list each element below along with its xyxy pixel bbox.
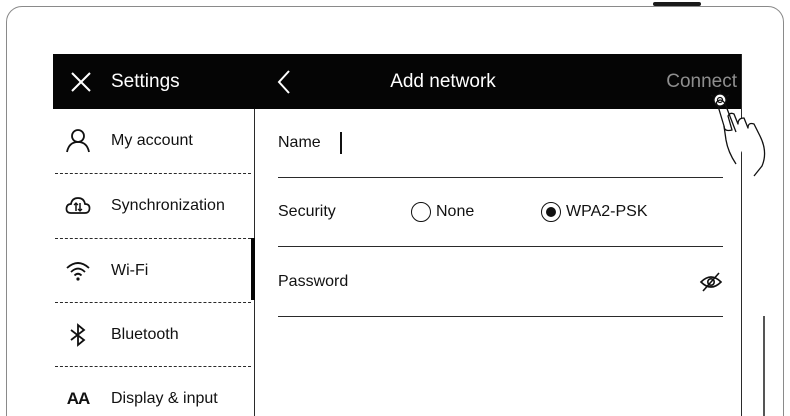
name-label: Name <box>278 134 321 151</box>
sidebar-item-synchronization[interactable]: Synchronization <box>53 174 251 238</box>
eye-off-icon <box>699 272 723 292</box>
top-bar: Settings Add network Connect <box>53 54 741 109</box>
radio-label: WPA2-PSK <box>566 203 648 220</box>
add-network-form: Name Security None WPA2-PSK Password <box>255 109 741 416</box>
sidebar-item-my-account[interactable]: My account <box>53 109 251 173</box>
sidebar-item-label: Wi-Fi <box>111 262 149 279</box>
cloud-sync-icon <box>65 193 91 219</box>
sidebar-item-label: My account <box>111 132 193 149</box>
sidebar-item-display-input[interactable]: AA Display & input <box>53 367 251 416</box>
password-label: Password <box>278 273 349 290</box>
sidebar-item-bluetooth[interactable]: Bluetooth <box>53 303 251 367</box>
page-title: Add network <box>390 71 496 92</box>
security-option-wpa2-psk[interactable]: WPA2-PSK <box>541 202 648 222</box>
tap-hand-icon <box>710 90 766 177</box>
password-row: Password <box>278 248 723 317</box>
sidebar-item-label: Display & input <box>111 390 218 407</box>
back-button[interactable] <box>271 67 297 97</box>
name-row: Name <box>278 109 723 178</box>
close-icon <box>71 72 91 92</box>
font-size-icon: AA <box>66 389 91 408</box>
security-row: Security None WPA2-PSK <box>278 178 723 247</box>
password-input[interactable] <box>348 262 723 302</box>
settings-screen: Settings Add network Connect My account <box>53 54 742 416</box>
settings-sidebar: My account Synchronization Wi-Fi Bluetoo… <box>53 109 251 416</box>
radio-unselected <box>411 202 431 222</box>
wifi-icon <box>65 258 91 284</box>
person-icon <box>65 128 91 154</box>
bluetooth-icon <box>65 322 91 348</box>
radio-selected <box>541 202 561 222</box>
radio-dot <box>546 207 556 217</box>
screenshot-stage: Settings Add network Connect My account <box>0 0 790 416</box>
chevron-left-icon <box>277 70 290 94</box>
sidebar-item-label: Synchronization <box>111 197 225 214</box>
name-input[interactable] <box>321 123 723 163</box>
settings-title: Settings <box>111 71 180 92</box>
text-cursor <box>340 132 342 154</box>
security-option-none[interactable]: None <box>411 202 474 222</box>
close-button[interactable] <box>67 68 95 96</box>
scroll-indicator <box>763 316 765 416</box>
sidebar-item-wifi[interactable]: Wi-Fi <box>53 239 251 303</box>
security-label: Security <box>278 203 336 220</box>
device-power-button <box>653 2 701 6</box>
radio-label: None <box>436 203 475 220</box>
password-visibility-toggle[interactable] <box>699 270 723 294</box>
sidebar-item-label: Bluetooth <box>111 326 179 343</box>
